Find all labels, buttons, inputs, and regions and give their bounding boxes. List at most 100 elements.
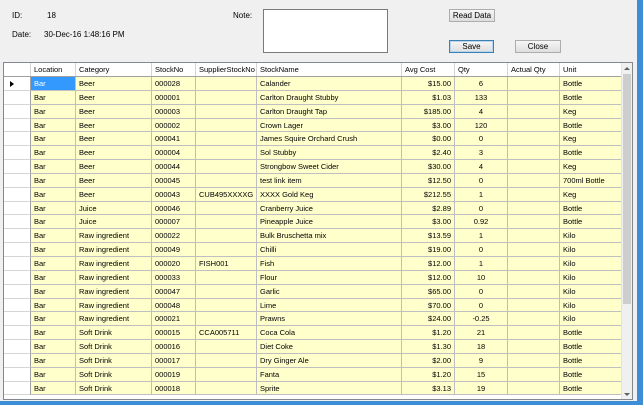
cell-stockno[interactable]: 000021: [152, 312, 196, 327]
cell-unit[interactable]: Bottle: [560, 215, 622, 230]
row-header[interactable]: [4, 90, 31, 105]
cell-category[interactable]: Soft Drink: [76, 367, 152, 382]
cell-stockno[interactable]: 000041: [152, 132, 196, 147]
table-row[interactable]: Bar Beer 000004 Sol Stubby $2.40 3 Bottle: [4, 146, 623, 161]
cell-location[interactable]: Bar: [31, 77, 76, 91]
cell-category[interactable]: Raw ingredient: [76, 270, 152, 285]
table-row[interactable]: Bar Raw ingredient 000020 FISH001 Fish $12.00…: [4, 256, 623, 271]
cell-actual-qty[interactable]: [508, 353, 560, 368]
cell-avg-cost[interactable]: $30.00: [402, 160, 455, 174]
row-header[interactable]: [4, 132, 31, 147]
table-row[interactable]: Bar Raw ingredient 000048 Lime $70.00 0 Kilo: [4, 298, 623, 313]
cell-unit[interactable]: Keg: [560, 132, 622, 147]
row-header[interactable]: [4, 201, 31, 216]
cell-stockname[interactable]: XXXX Gold Keg: [257, 187, 402, 202]
cell-stockno[interactable]: 000007: [152, 215, 196, 230]
cell-stockno[interactable]: 000004: [152, 146, 196, 161]
cell-location[interactable]: Bar: [31, 326, 76, 341]
cell-actual-qty[interactable]: [508, 173, 560, 188]
cell-stockname[interactable]: Dry Ginger Ale: [257, 353, 402, 368]
cell-actual-qty[interactable]: [508, 77, 560, 91]
cell-location[interactable]: Bar: [31, 187, 76, 202]
cell-qty[interactable]: 133: [455, 90, 508, 105]
table-row[interactable]: Bar Soft Drink 000019 Fanta $1.20 15 Bottle: [4, 367, 623, 382]
cell-actual-qty[interactable]: [508, 381, 560, 396]
cell-qty[interactable]: 21: [455, 326, 508, 341]
cell-supplierstockno[interactable]: [196, 90, 257, 105]
cell-supplierstockno[interactable]: [196, 312, 257, 327]
cell-actual-qty[interactable]: [508, 90, 560, 105]
table-row[interactable]: Bar Soft Drink 000018 Sprite $3.13 19 Bottle: [4, 381, 623, 396]
cell-qty[interactable]: 3: [455, 146, 508, 161]
cell-qty[interactable]: 15: [455, 367, 508, 382]
table-row[interactable]: Bar Beer 000028 Calander $15.00 6 Bottle: [4, 77, 623, 91]
cell-unit[interactable]: Kilo: [560, 256, 622, 271]
cell-location[interactable]: Bar: [31, 132, 76, 147]
cell-supplierstockno[interactable]: [196, 340, 257, 354]
cell-avg-cost[interactable]: $13.59: [402, 229, 455, 244]
cell-category[interactable]: Soft Drink: [76, 340, 152, 354]
cell-location[interactable]: Bar: [31, 146, 76, 161]
cell-actual-qty[interactable]: [508, 201, 560, 216]
cell-stockname[interactable]: James Squire Orchard Crush: [257, 132, 402, 147]
cell-avg-cost[interactable]: $185.00: [402, 104, 455, 119]
cell-location[interactable]: Bar: [31, 215, 76, 230]
column-header-stockno[interactable]: StockNo: [152, 63, 196, 76]
column-header-location[interactable]: Location: [31, 63, 76, 76]
cell-unit[interactable]: Bottle: [560, 340, 622, 354]
cell-location[interactable]: Bar: [31, 118, 76, 133]
cell-unit[interactable]: Bottle: [560, 381, 622, 396]
cell-stockname[interactable]: Pineapple Juice: [257, 215, 402, 230]
cell-qty[interactable]: -0.25: [455, 312, 508, 327]
cell-supplierstockno[interactable]: [196, 367, 257, 382]
table-row[interactable]: Bar Beer 000002 Crown Lager $3.00 120 Bottle: [4, 118, 623, 133]
column-header-stockname[interactable]: StockName: [257, 63, 402, 76]
cell-actual-qty[interactable]: [508, 132, 560, 147]
cell-avg-cost[interactable]: $70.00: [402, 298, 455, 313]
cell-unit[interactable]: Bottle: [560, 146, 622, 161]
cell-stockname[interactable]: Strongbow Sweet Cider: [257, 160, 402, 174]
cell-avg-cost[interactable]: $19.00: [402, 243, 455, 257]
cell-location[interactable]: Bar: [31, 381, 76, 396]
row-header[interactable]: [4, 215, 31, 230]
cell-stockname[interactable]: Sol Stubby: [257, 146, 402, 161]
column-header-category[interactable]: Category: [76, 63, 152, 76]
cell-stockno[interactable]: 000016: [152, 340, 196, 354]
cell-location[interactable]: Bar: [31, 270, 76, 285]
cell-supplierstockno[interactable]: [196, 270, 257, 285]
cell-actual-qty[interactable]: [508, 340, 560, 354]
cell-stockname[interactable]: test link item: [257, 173, 402, 188]
cell-qty[interactable]: 18: [455, 340, 508, 354]
cell-unit[interactable]: Kilo: [560, 312, 622, 327]
cell-category[interactable]: Beer: [76, 90, 152, 105]
cell-stockno[interactable]: 000033: [152, 270, 196, 285]
cell-supplierstockno[interactable]: [196, 353, 257, 368]
cell-avg-cost[interactable]: $1.20: [402, 367, 455, 382]
cell-stockname[interactable]: Carlton Draught Tap: [257, 104, 402, 119]
cell-actual-qty[interactable]: [508, 243, 560, 257]
table-row[interactable]: Bar Beer 000001 Carlton Draught Stubby $1.03…: [4, 90, 623, 105]
cell-category[interactable]: Soft Drink: [76, 381, 152, 396]
close-button[interactable]: Close: [515, 40, 561, 53]
cell-stockname[interactable]: Crown Lager: [257, 118, 402, 133]
cell-supplierstockno[interactable]: [196, 298, 257, 313]
cell-qty[interactable]: 1: [455, 187, 508, 202]
cell-stockno[interactable]: 000049: [152, 243, 196, 257]
cell-unit[interactable]: Keg: [560, 160, 622, 174]
cell-category[interactable]: Raw ingredient: [76, 298, 152, 313]
cell-stockname[interactable]: Coca Cola: [257, 326, 402, 341]
cell-stockname[interactable]: Garlic: [257, 284, 402, 299]
table-row[interactable]: Bar Beer 000044 Strongbow Sweet Cider $30.00…: [4, 160, 623, 174]
table-row[interactable]: Bar Soft Drink 000017 Dry Ginger Ale $2.00 9 B…: [4, 353, 623, 368]
cell-location[interactable]: Bar: [31, 201, 76, 216]
table-row[interactable]: Bar Raw ingredient 000022 Bulk Bruschetta m…: [4, 229, 623, 244]
row-header[interactable]: [4, 160, 31, 174]
cell-stockname[interactable]: Sprite: [257, 381, 402, 396]
cell-qty[interactable]: 0.92: [455, 215, 508, 230]
cell-qty[interactable]: 0: [455, 201, 508, 216]
cell-category[interactable]: Raw ingredient: [76, 256, 152, 271]
cell-supplierstockno[interactable]: [196, 381, 257, 396]
cell-actual-qty[interactable]: [508, 326, 560, 341]
cell-location[interactable]: Bar: [31, 243, 76, 257]
cell-stockno[interactable]: 000019: [152, 367, 196, 382]
